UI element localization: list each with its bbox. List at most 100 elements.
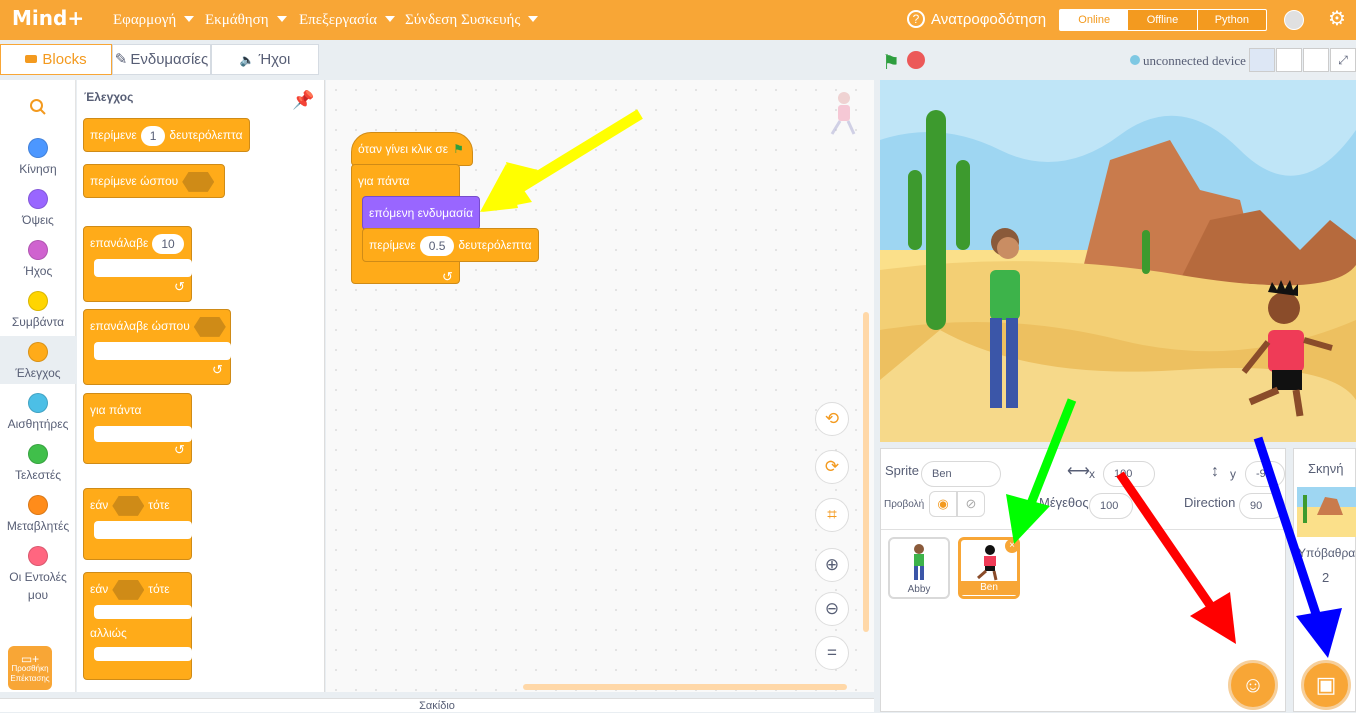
wait-input[interactable]: 1 — [140, 125, 166, 146]
menu-tutorials[interactable]: Εκμάθηση — [205, 0, 287, 40]
large-stage-layout-icon[interactable] — [1276, 48, 1302, 72]
crop-button[interactable]: ⌗ — [815, 498, 849, 532]
add-extension-button[interactable]: ▭+ Προσθήκη Επέκτασης — [8, 646, 52, 690]
pin-icon[interactable]: 📌 — [292, 90, 314, 111]
repeat-input[interactable]: 10 — [152, 233, 184, 254]
loop-arrow-icon: ↺ — [442, 269, 453, 284]
undo-button[interactable]: ⟲ — [815, 402, 849, 436]
zoom-reset-button[interactable]: = — [815, 636, 849, 670]
category-variables[interactable]: Μεταβλητές — [0, 495, 76, 533]
condition-slot[interactable] — [112, 579, 145, 600]
y-input[interactable]: -9 — [1245, 461, 1285, 487]
zoom-out-button[interactable]: ⊖ — [815, 592, 849, 626]
delete-sprite-icon[interactable]: × — [1005, 539, 1019, 553]
block-text: για πάντα — [90, 403, 142, 417]
backdrop-thumbnail[interactable] — [1297, 487, 1356, 537]
extension-icon: ▭+ — [20, 652, 40, 666]
device-status[interactable]: unconnected device — [1130, 53, 1246, 69]
chevron-down-icon — [184, 16, 195, 22]
y-arrows-icon: ↕ — [1211, 463, 1219, 480]
horizontal-scrollbar[interactable] — [523, 684, 847, 690]
block-text: δευτερόλεπτα — [169, 128, 243, 142]
gear-icon[interactable]: ⚙ — [1328, 8, 1346, 30]
block-wait-until[interactable]: περίμενε ώσπου — [83, 164, 226, 198]
category-control[interactable]: Έλεγχος — [0, 336, 76, 384]
redo-button[interactable]: ⟳ — [815, 450, 849, 484]
category-label: Αισθητήρες — [7, 417, 69, 431]
mode-switch[interactable]: Online Offline Python — [1059, 9, 1267, 31]
block-forever[interactable]: για πάντα ↺ — [83, 393, 192, 464]
tab-blocks[interactable]: Blocks — [0, 44, 112, 75]
menu-connect-device[interactable]: Σύνδεση Συσκευής — [405, 0, 539, 40]
yellow-arrow-annotation — [480, 109, 643, 212]
feedback-button[interactable]: ? Ανατροφοδότηση — [907, 0, 1046, 40]
fullscreen-icon[interactable]: ⤢ — [1330, 48, 1356, 72]
category-sound[interactable]: Ήχος — [0, 240, 76, 278]
sprite-name-input[interactable]: Ben — [921, 461, 1001, 487]
search-icon[interactable] — [0, 98, 76, 119]
block-when-flag-clicked[interactable]: όταν γίνει κλικ σε ⚑ — [351, 132, 473, 166]
stop-icon[interactable] — [907, 51, 925, 69]
size-label: Μέγεθος — [1039, 495, 1089, 510]
sprite-thumb-abby[interactable]: Abby — [888, 537, 950, 599]
small-stage-layout-icon[interactable] — [1249, 48, 1275, 72]
choose-backdrop-button[interactable]: ▣ — [1301, 660, 1351, 710]
mode-online[interactable]: Online — [1060, 10, 1129, 30]
script-workspace[interactable]: όταν γίνει κλικ σε ⚑ για πάντα ↺ επόμενη ε… — [326, 80, 874, 692]
category-motion[interactable]: Κίνηση — [0, 138, 76, 176]
category-events[interactable]: Συμβάντα — [0, 291, 76, 329]
myblocks-color-dot — [28, 546, 48, 566]
sound-color-dot — [28, 240, 48, 260]
tab-costumes[interactable]: ✎ Ενδυμασίες — [112, 44, 211, 75]
vertical-scrollbar[interactable] — [863, 312, 869, 632]
hide-stage-icon[interactable] — [1303, 48, 1329, 72]
palette-title: Έλεγχος — [84, 90, 134, 104]
green-flag-icon[interactable]: ⚑ — [882, 50, 900, 75]
block-next-costume[interactable]: επόμενη ενδυμασία — [362, 196, 481, 230]
block-repeat-until[interactable]: επανάλαβε ώσπου ↺ — [83, 309, 231, 385]
show-visible-icon[interactable]: ◉ — [929, 491, 957, 517]
category-operators[interactable]: Τελεστές — [0, 444, 76, 482]
mindplus-logo[interactable]: Mind+ — [12, 6, 84, 30]
menu-edit[interactable]: Επεξεργασία — [299, 0, 395, 40]
tab-sounds[interactable]: 🔈 Ήχοι — [211, 44, 319, 75]
add-extension-label: Προσθήκη Επέκτασης — [10, 664, 50, 683]
sprite-label: Sprite — [885, 463, 919, 478]
sprite-info-panel: Sprite Ben ⟷ x 100 ↕ y -9 Προβολή ◉ ⊘ Μέ… — [880, 448, 1286, 712]
backdrops-label: Υπόβαθρα — [1298, 546, 1356, 560]
block-if-else[interactable]: εάν τότε αλλιώς — [83, 572, 192, 680]
block-repeat[interactable]: επανάλαβε 10 ↺ — [83, 226, 192, 302]
mode-python[interactable]: Python — [1196, 10, 1266, 30]
block-text: αλλιώς — [90, 626, 127, 640]
device-dot-icon — [1130, 55, 1140, 65]
backpack-label: Σακίδιο — [419, 700, 455, 712]
wait-input[interactable]: 0.5 — [419, 235, 455, 256]
condition-slot[interactable] — [112, 495, 145, 516]
stage-canvas[interactable] — [880, 80, 1356, 442]
avatar[interactable] — [1284, 10, 1304, 30]
category-sensing[interactable]: Αισθητήρες — [0, 393, 76, 431]
chevron-down-icon — [528, 16, 539, 22]
scene-label: Σκηνή — [1308, 461, 1344, 476]
condition-slot[interactable] — [182, 171, 215, 192]
block-wait[interactable]: περίμενε 1 δευτερόλεπτα — [83, 118, 250, 152]
block-wait[interactable]: περίμενε 0.5 δευτερόλεπτα — [362, 228, 539, 262]
block-palette: Έλεγχος 📌 περίμενε 1 δευτερόλεπτα περίμενε… — [77, 80, 325, 692]
mode-offline[interactable]: Offline — [1128, 10, 1196, 30]
size-input[interactable]: 100 — [1089, 493, 1133, 519]
category-looks[interactable]: Όψεις — [0, 189, 76, 227]
choose-sprite-button[interactable]: ☺ — [1228, 660, 1278, 710]
condition-slot[interactable] — [193, 316, 226, 337]
chevron-down-icon — [384, 16, 395, 22]
block-text: περίμενε — [90, 128, 137, 142]
category-my-blocks[interactable]: Οι Εντολές μου — [0, 546, 76, 604]
image-plus-icon: ▣ — [1315, 672, 1337, 697]
c-mouth — [94, 342, 231, 360]
zoom-in-button[interactable]: ⊕ — [815, 548, 849, 582]
block-if-then[interactable]: εάν τότε — [83, 488, 192, 560]
direction-input[interactable]: 90 — [1239, 493, 1285, 519]
backpack-bar[interactable]: Σακίδιο — [0, 698, 874, 712]
hide-visible-icon[interactable]: ⊘ — [957, 491, 985, 517]
menu-app[interactable]: Εφαρμογή — [113, 0, 195, 40]
x-input[interactable]: 100 — [1103, 461, 1155, 487]
